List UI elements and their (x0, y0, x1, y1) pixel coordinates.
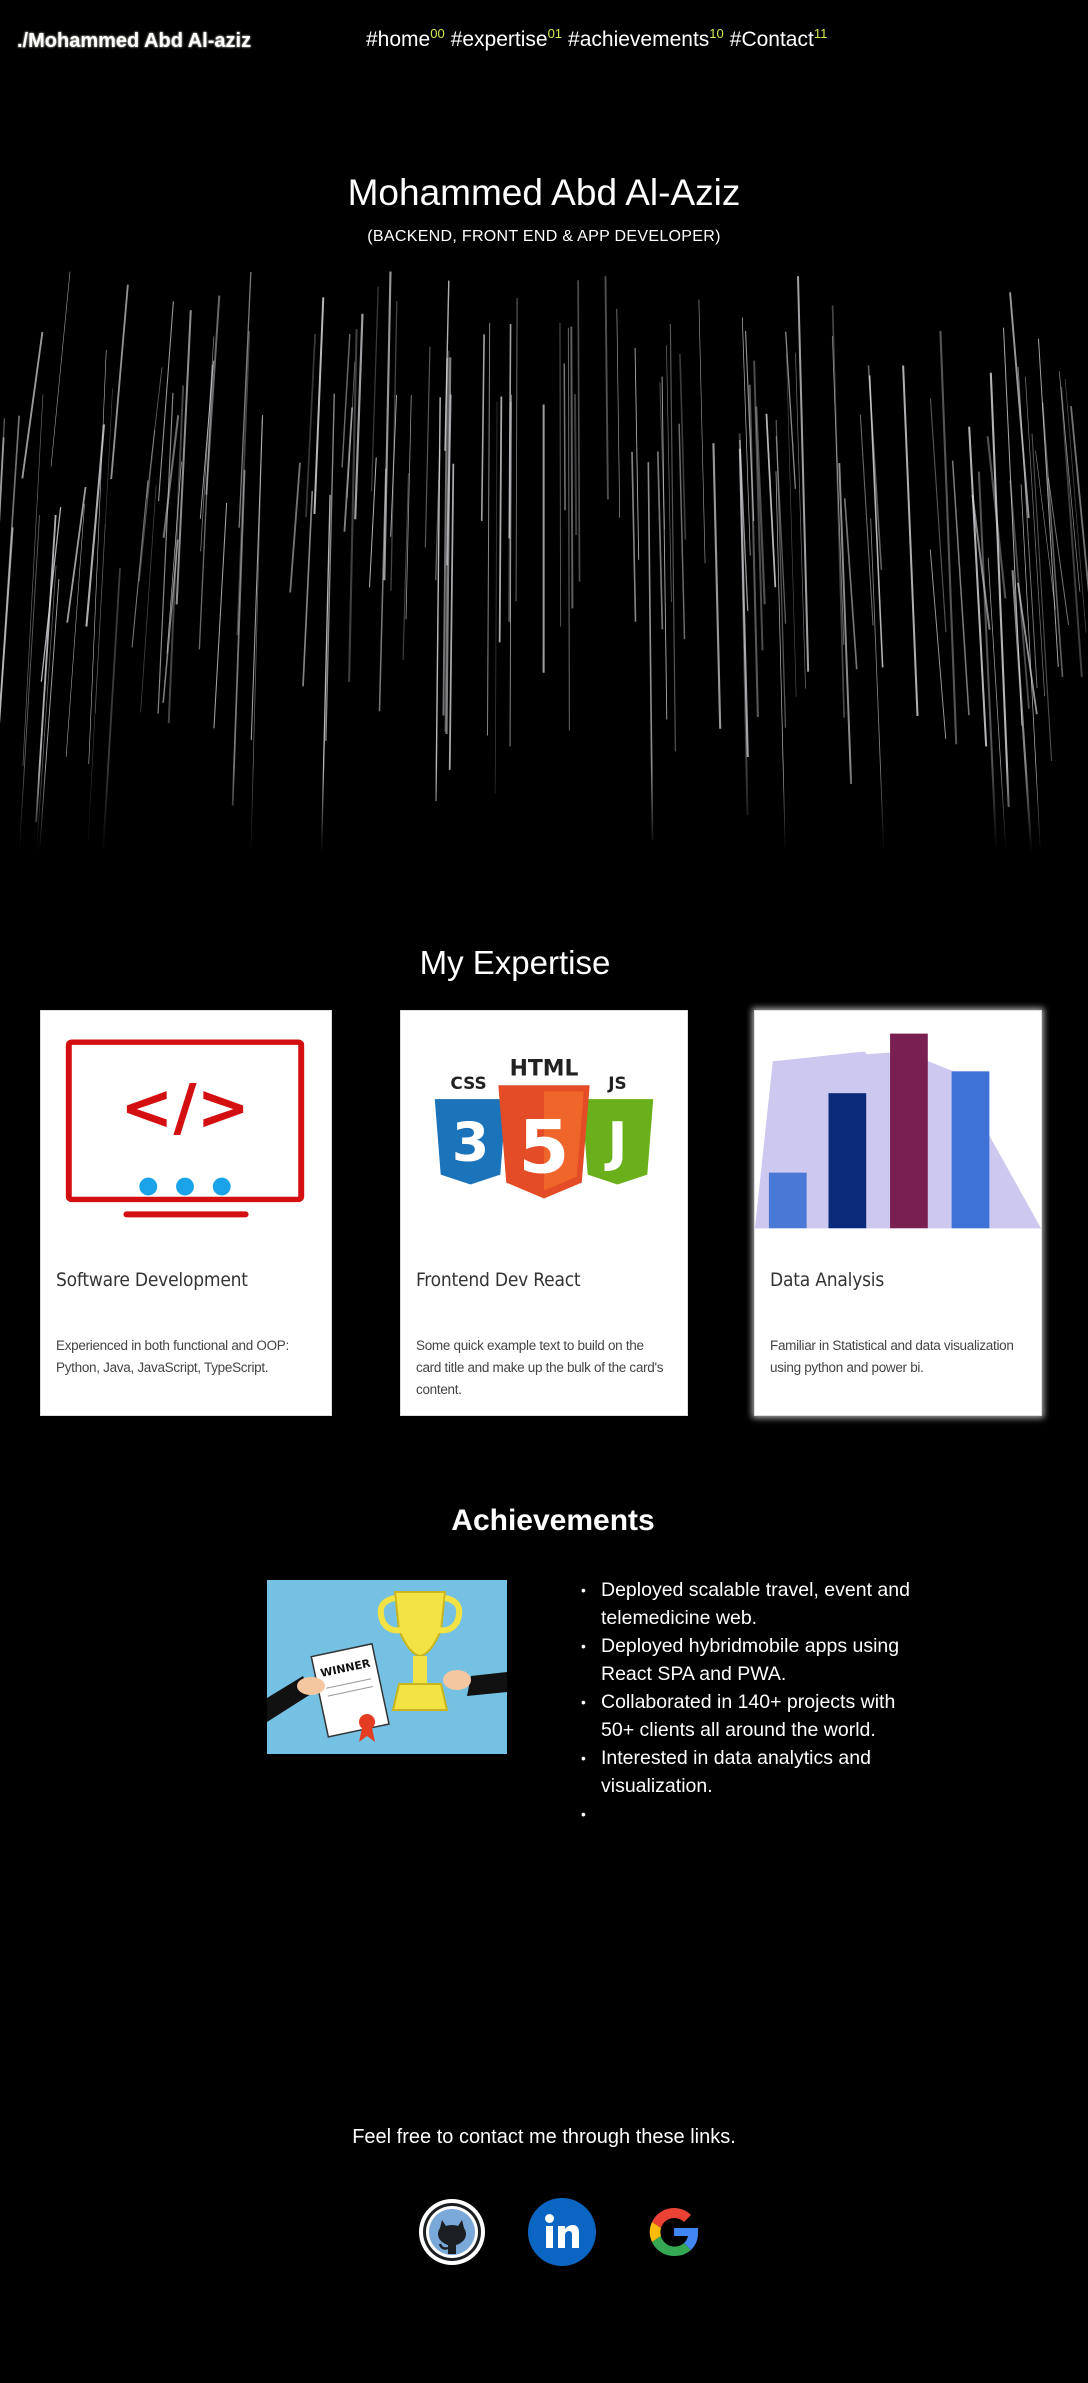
nav-link-contact[interactable]: #Contact11 (729, 26, 828, 52)
nav-link-number: 00 (430, 26, 445, 41)
svg-text:J: J (604, 1111, 628, 1174)
js-logo-label: JS (607, 1073, 626, 1093)
card-text: Experienced in both functional and OOP: … (56, 1338, 289, 1375)
card-title: Data Analysis (770, 1269, 885, 1291)
expertise-heading: My Expertise (419, 944, 611, 981)
expertise-card-data[interactable]: Data Analysis Familiar in Statistical an… (754, 1010, 1042, 1416)
bar-chart-icon (755, 1033, 1041, 1229)
trophy-winner-image: WINNER (267, 1580, 507, 1754)
navbar: ./Mohammed Abd Al-aziz #home00 #expertis… (0, 0, 1088, 90)
nav-link-number: 10 (709, 26, 724, 41)
nav-link-label: #Contact (729, 28, 814, 51)
google-link[interactable] (640, 2198, 708, 2266)
github-icon (419, 2199, 485, 2265)
html-css-js-icon: CSS HTML JS 3 J 5 (434, 1056, 654, 1199)
nav-link-number: 01 (547, 26, 563, 41)
nav-link-expertise[interactable]: #expertise01 (450, 26, 563, 52)
brand-link[interactable]: ./Mohammed Abd Al-aziz (17, 30, 251, 53)
expertise-card-software[interactable]: </> Software Development Experienced in … (40, 1010, 332, 1416)
code-monitor-icon: </> (65, 1039, 305, 1218)
list-item: Interested in data analytics and visuali… (581, 1744, 921, 1800)
contact-text: Feel free to contact me through these li… (352, 2126, 736, 2148)
trophy-icon: WINNER (267, 1580, 507, 1754)
html-logo-label: HTML (510, 1056, 579, 1081)
hero-title: Mohammed Abd Al-Aziz (347, 172, 741, 213)
linkedin-link[interactable] (528, 2198, 596, 2266)
nav-link-label: #achievements (568, 28, 710, 51)
github-link[interactable] (418, 2198, 486, 2266)
google-icon (649, 2207, 699, 2257)
card-title: Software Development (56, 1269, 248, 1291)
hero-subtitle: (BACKEND, FRONT END & APP DEVELOPER) (367, 228, 721, 245)
svg-text:5: 5 (518, 1106, 569, 1191)
achievements-heading: Achievements (451, 1504, 655, 1537)
css-logo-label: CSS (450, 1073, 486, 1093)
nav-link-label: #expertise (450, 28, 548, 51)
light-streaks-background (0, 270, 1088, 852)
list-item: Deployed hybridmobile apps using React S… (581, 1632, 921, 1688)
list-item: Collaborated in 140+ projects with 50+ c… (581, 1688, 921, 1744)
list-item: Deployed scalable travel, event and tele… (581, 1576, 921, 1632)
svg-text:3: 3 (452, 1111, 489, 1174)
achievements-list: Deployed scalable travel, event and tele… (581, 1576, 921, 1828)
card-text: Familiar in Statistical and data visuali… (770, 1338, 1014, 1375)
linkedin-icon (528, 2198, 596, 2266)
nav-link-number: 11 (813, 26, 828, 41)
nav-link-achievements[interactable]: #achievements10 (568, 26, 724, 52)
nav-links: #home00 #expertise01 #achievements10 #Co… (366, 26, 833, 52)
expertise-card-frontend[interactable]: CSS HTML JS 3 J 5 Frontend Dev React Som… (400, 1010, 688, 1416)
nav-link-home[interactable]: #home00 (366, 26, 445, 52)
nav-link-label: #home (366, 28, 431, 51)
svg-text:</>: </> (120, 1070, 250, 1144)
card-text: Some quick example text to build on the … (416, 1338, 664, 1397)
card-title: Frontend Dev React (416, 1269, 581, 1291)
